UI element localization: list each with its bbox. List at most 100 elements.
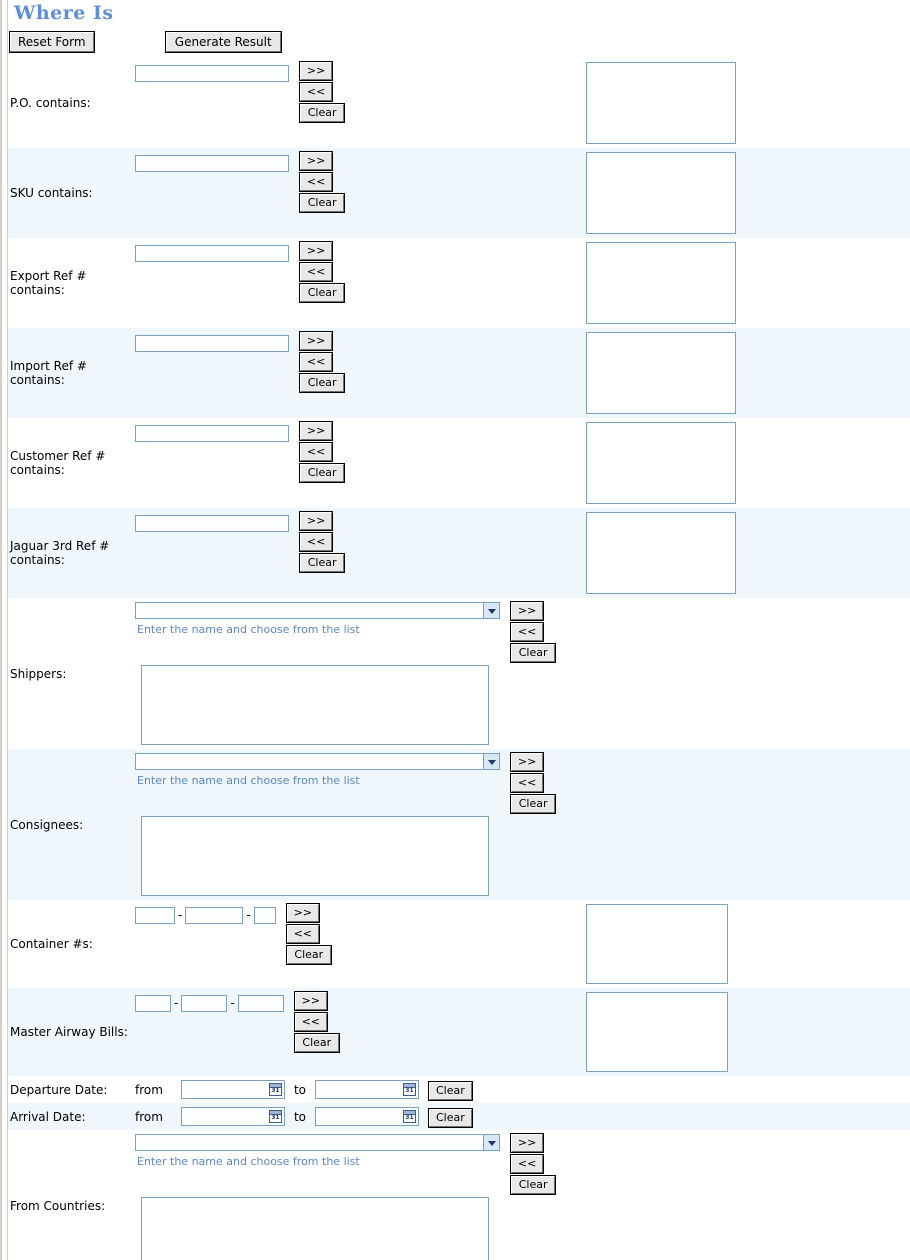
- mawb-selected-listbox[interactable]: [586, 992, 729, 1072]
- row-container-numbers: Container #s: - - >> << Clear: [0, 900, 910, 988]
- import-ref-remove-button[interactable]: <<: [299, 352, 334, 372]
- generate-result-button-top[interactable]: Generate Result: [164, 31, 282, 53]
- po-remove-button[interactable]: <<: [299, 82, 334, 102]
- consignees-button-stack: >> << Clear: [510, 752, 557, 816]
- mawb-part2-input[interactable]: [181, 994, 228, 1012]
- sku-remove-button[interactable]: <<: [299, 172, 334, 192]
- container-part3-input[interactable]: [253, 906, 276, 924]
- sku-selected-listbox[interactable]: [586, 152, 737, 234]
- mawb-part3-input[interactable]: [237, 994, 284, 1012]
- export-ref-clear-button[interactable]: Clear: [299, 283, 346, 303]
- mawb-part1-input[interactable]: [135, 994, 171, 1012]
- container-remove-button[interactable]: <<: [285, 924, 320, 944]
- po-selected-listbox[interactable]: [586, 62, 737, 144]
- label-arrival-date: Arrival Date:: [0, 1103, 135, 1130]
- export-ref-remove-button[interactable]: <<: [299, 262, 334, 282]
- label-from-countries: From Countries:: [10, 1198, 106, 1213]
- calendar-icon[interactable]: 31: [402, 1083, 416, 1096]
- cell-po-listbox: [586, 58, 910, 148]
- sku-input[interactable]: [135, 154, 289, 172]
- import-ref-clear-button[interactable]: Clear: [299, 373, 346, 393]
- customer-ref-clear-button[interactable]: Clear: [299, 463, 346, 483]
- export-ref-selected-listbox[interactable]: [586, 242, 737, 324]
- departure-to-datefield[interactable]: 31: [314, 1080, 419, 1100]
- container-part1-input[interactable]: [135, 906, 175, 924]
- import-ref-input[interactable]: [135, 334, 289, 352]
- page-title: Where Is: [14, 2, 114, 24]
- sku-clear-button[interactable]: Clear: [299, 193, 346, 213]
- cell-sku-listbox: [586, 148, 910, 238]
- shippers-selected-listbox[interactable]: [141, 665, 489, 745]
- shippers-combo-input[interactable]: [136, 606, 484, 622]
- from-countries-combo-input[interactable]: [136, 1138, 484, 1154]
- mawb-add-button[interactable]: >>: [293, 991, 328, 1011]
- sku-add-button[interactable]: >>: [299, 151, 334, 171]
- container-clear-button[interactable]: Clear: [285, 945, 332, 965]
- container-dash-2: -: [246, 908, 251, 922]
- import-ref-add-button[interactable]: >>: [299, 331, 334, 351]
- customer-ref-selected-listbox[interactable]: [586, 422, 737, 504]
- label-shippers: Shippers:: [10, 666, 67, 681]
- consignees-combo-input[interactable]: [136, 757, 484, 773]
- arrival-clear-button[interactable]: Clear: [427, 1108, 473, 1128]
- jaguar-ref-selected-listbox[interactable]: [586, 512, 737, 594]
- label-customer-ref-contains: Customer Ref # contains:: [10, 449, 106, 477]
- consignees-clear-button[interactable]: Clear: [510, 794, 557, 814]
- cell-from-countries-controls: Enter the name and choose from the list …: [135, 1130, 910, 1260]
- consignees-remove-button[interactable]: <<: [510, 773, 545, 793]
- shippers-add-button[interactable]: >>: [510, 601, 545, 621]
- departure-clear-button[interactable]: Clear: [427, 1081, 473, 1101]
- po-add-button[interactable]: >>: [299, 61, 334, 81]
- export-ref-input[interactable]: [135, 244, 289, 262]
- calendar-icon[interactable]: 31: [268, 1083, 282, 1096]
- from-countries-button-stack: >> << Clear: [510, 1133, 557, 1197]
- container-add-button[interactable]: >>: [285, 903, 320, 923]
- row-import-ref-contains: Import Ref # contains: >> << Clear: [0, 328, 910, 418]
- container-part2-input[interactable]: [185, 906, 244, 924]
- calendar-icon[interactable]: 31: [402, 1110, 416, 1123]
- chevron-down-icon[interactable]: [483, 754, 499, 769]
- customer-ref-remove-button[interactable]: <<: [299, 442, 334, 462]
- consignees-add-button[interactable]: >>: [510, 752, 545, 772]
- jaguar-ref-remove-button[interactable]: <<: [299, 532, 334, 552]
- departure-from-datefield[interactable]: 31: [180, 1080, 285, 1100]
- jaguar-ref-input[interactable]: [135, 514, 289, 532]
- arrival-to-datefield[interactable]: 31: [314, 1107, 419, 1127]
- mawb-remove-button[interactable]: <<: [293, 1012, 328, 1032]
- from-countries-clear-button[interactable]: Clear: [510, 1175, 557, 1195]
- cell-mawb-listbox: [586, 988, 910, 1076]
- top-toolbar: Reset Form Generate Result: [0, 28, 910, 58]
- row-customer-ref-contains: Customer Ref # contains: >> << Clear: [0, 418, 910, 508]
- from-countries-add-button[interactable]: >>: [510, 1133, 545, 1153]
- calendar-icon[interactable]: 31: [268, 1110, 282, 1123]
- chevron-down-icon[interactable]: [483, 603, 499, 618]
- from-countries-remove-button[interactable]: <<: [510, 1154, 545, 1174]
- jaguar-ref-add-button[interactable]: >>: [299, 511, 334, 531]
- arrival-from-input[interactable]: [181, 1111, 268, 1127]
- departure-from-input[interactable]: [181, 1084, 268, 1100]
- po-clear-button[interactable]: Clear: [299, 103, 346, 123]
- from-countries-combo[interactable]: [135, 1134, 500, 1154]
- from-countries-selected-listbox[interactable]: [141, 1197, 489, 1260]
- container-selected-listbox[interactable]: [586, 904, 729, 984]
- shippers-combo[interactable]: [135, 602, 500, 622]
- arrival-to-label: to: [293, 1110, 306, 1124]
- jaguar-ref-clear-button[interactable]: Clear: [299, 553, 346, 573]
- shippers-clear-button[interactable]: Clear: [510, 643, 557, 663]
- departure-to-label: to: [293, 1083, 306, 1097]
- po-input[interactable]: [135, 64, 289, 82]
- departure-to-input[interactable]: [315, 1084, 402, 1100]
- arrival-from-datefield[interactable]: 31: [180, 1107, 285, 1127]
- consignees-selected-listbox[interactable]: [141, 816, 489, 896]
- customer-ref-input[interactable]: [135, 424, 289, 442]
- arrival-to-input[interactable]: [315, 1111, 402, 1127]
- reset-form-button-top[interactable]: Reset Form: [9, 31, 95, 53]
- mawb-clear-button[interactable]: Clear: [293, 1033, 340, 1053]
- export-ref-add-button[interactable]: >>: [299, 241, 334, 261]
- consignees-combo[interactable]: [135, 753, 500, 773]
- customer-ref-add-button[interactable]: >>: [299, 421, 334, 441]
- shippers-remove-button[interactable]: <<: [510, 622, 545, 642]
- import-ref-selected-listbox[interactable]: [586, 332, 737, 414]
- chevron-down-icon[interactable]: [483, 1135, 499, 1150]
- shippers-button-stack: >> << Clear: [510, 601, 557, 665]
